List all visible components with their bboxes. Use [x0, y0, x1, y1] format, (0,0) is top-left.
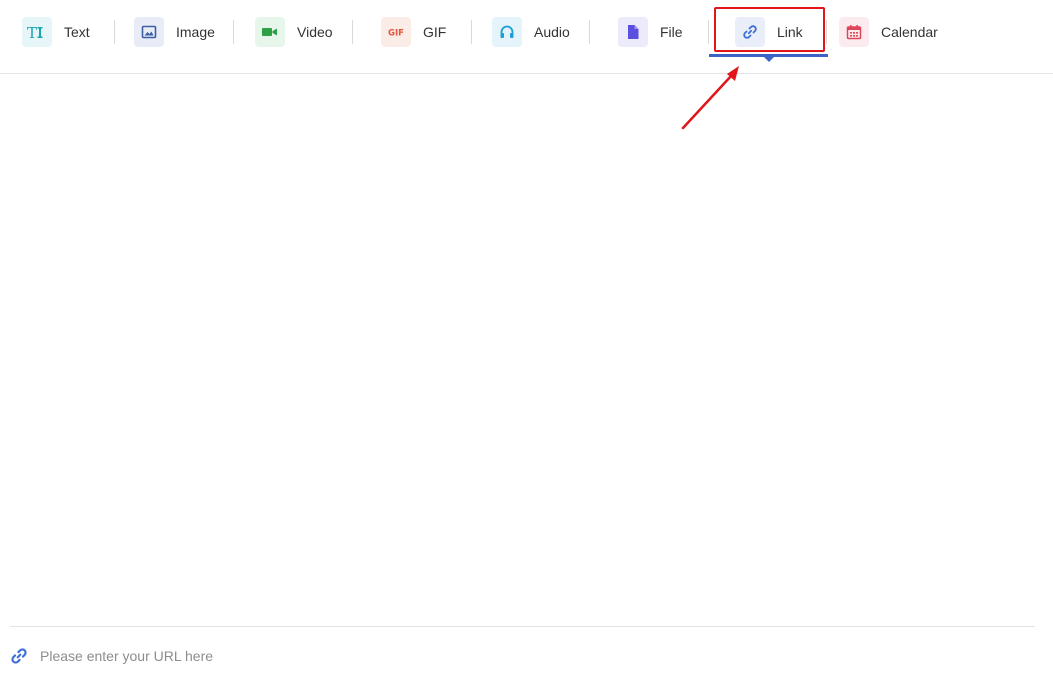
gif-icon-text: GIF: [388, 29, 404, 39]
tab-video[interactable]: Video: [255, 17, 333, 47]
svg-text:T: T: [27, 24, 37, 40]
post-type-toolbar: T Text Image Video GIF GIF Audio File Li…: [0, 0, 1053, 74]
text-format-icon: T: [22, 17, 52, 47]
link-icon: [10, 647, 28, 665]
file-icon: [618, 17, 648, 47]
tab-divider: [826, 20, 827, 44]
tab-file-label: File: [660, 24, 683, 40]
image-icon: [134, 17, 164, 47]
url-input[interactable]: [40, 648, 640, 664]
url-input-divider: [10, 626, 1035, 627]
tab-image[interactable]: Image: [134, 17, 215, 47]
tab-audio[interactable]: Audio: [492, 17, 570, 47]
tab-audio-label: Audio: [534, 24, 570, 40]
tab-video-label: Video: [297, 24, 333, 40]
tab-divider: [352, 20, 353, 44]
tab-calendar-label: Calendar: [881, 24, 938, 40]
annotation-arrow: [681, 66, 739, 130]
tab-gif[interactable]: GIF GIF: [381, 17, 446, 47]
active-tab-caret: [763, 56, 775, 62]
tab-image-label: Image: [176, 24, 215, 40]
tab-file[interactable]: File: [618, 17, 683, 47]
tab-divider: [233, 20, 234, 44]
tab-text-label: Text: [64, 24, 90, 40]
tab-calendar[interactable]: Calendar: [839, 17, 938, 47]
tab-divider: [589, 20, 590, 44]
tab-divider: [471, 20, 472, 44]
video-camera-icon: [255, 17, 285, 47]
tab-text[interactable]: T Text: [22, 17, 90, 47]
headphones-icon: [492, 17, 522, 47]
annotation-highlight-box: [714, 7, 825, 52]
tab-divider: [708, 20, 709, 44]
url-input-row: [10, 645, 640, 667]
tab-divider: [114, 20, 115, 44]
calendar-icon: [839, 17, 869, 47]
tab-gif-label: GIF: [423, 24, 447, 40]
gif-icon: GIF: [381, 17, 411, 47]
